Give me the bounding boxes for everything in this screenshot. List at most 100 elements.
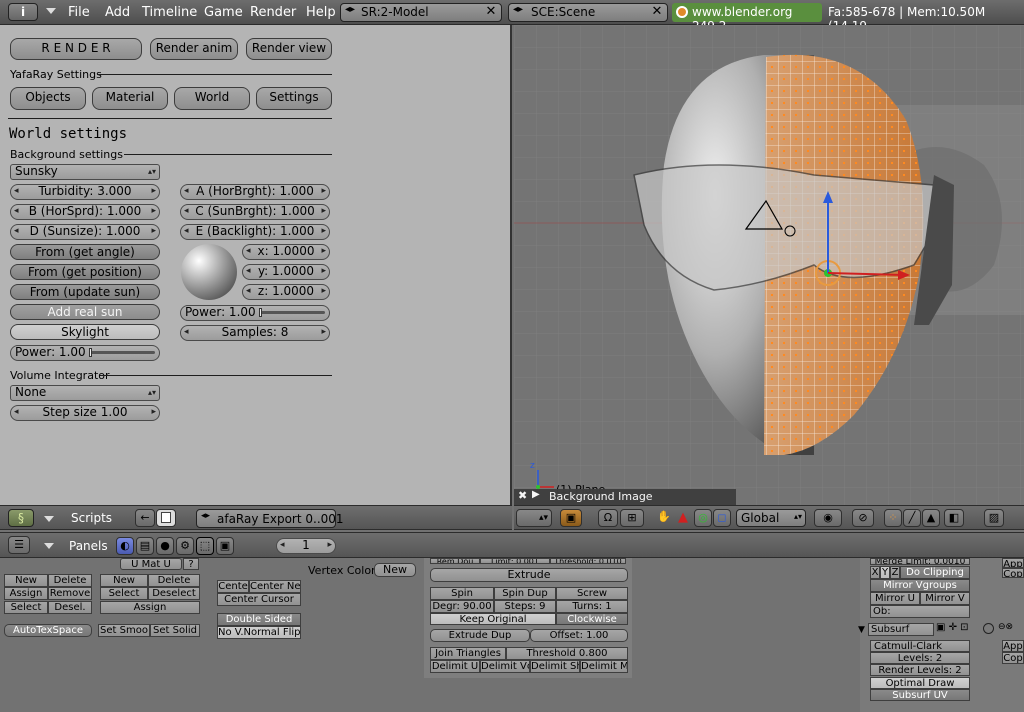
merge-limit-field[interactable]: Merge Limit: 0.0010 <box>870 558 970 565</box>
scene-selector[interactable]: ◂▸ SCE:Scene ✕ <box>508 3 668 22</box>
from-update-sun-button[interactable]: From (update sun) <box>10 284 160 300</box>
double-sided-toggle[interactable]: Double Sided <box>217 613 301 626</box>
arrow-right-icon[interactable]: ▸ <box>151 205 156 218</box>
vgroup-select-button[interactable]: Select <box>4 601 48 614</box>
menu-add[interactable]: Add <box>105 5 130 20</box>
tab-objects[interactable]: Objects <box>10 87 86 110</box>
do-clipping-toggle[interactable]: Do Clipping <box>900 566 970 579</box>
object-context-icon[interactable]: ⚙ <box>176 537 194 555</box>
3d-viewport[interactable]: z (1) Plane ✖ ▶ Background Image <box>514 25 1024 505</box>
panel-counter[interactable]: ◂ 1 ▸ <box>276 538 336 554</box>
arrow-left-icon[interactable]: ◂ <box>184 205 189 218</box>
extrude-button[interactable]: Extrude <box>430 568 628 582</box>
hand-icon[interactable]: ✋ <box>654 509 674 527</box>
logic-context-icon[interactable]: ◐ <box>116 537 134 555</box>
modifier-updown-icon[interactable]: ⊖⊗ <box>998 622 1013 632</box>
axis-z-toggle[interactable]: Z <box>890 566 900 579</box>
arrow-left-icon[interactable]: ◂ <box>246 285 251 298</box>
backlight-field[interactable]: ◂ E (Backlight): 1.000 ▸ <box>180 224 330 240</box>
orientation-dropdown[interactable]: Global ▴▾ <box>736 509 806 527</box>
clockwise-toggle[interactable]: Clockwise <box>556 613 628 625</box>
render-levels-field[interactable]: Render Levels: 2 <box>870 664 970 676</box>
from-get-position-button[interactable]: From (get position) <box>10 264 160 280</box>
screw-button[interactable]: Screw <box>556 587 628 600</box>
mirror-u-toggle[interactable]: Mirror U <box>870 592 920 605</box>
menu-render[interactable]: Render <box>250 5 296 20</box>
menu-game[interactable]: Game <box>204 5 243 20</box>
from-get-angle-button[interactable]: From (get angle) <box>10 244 160 260</box>
close-icon[interactable]: ✕ <box>650 4 664 19</box>
vgroup-delete-button[interactable]: Delete <box>48 574 92 587</box>
background-image-panel[interactable]: ✖ ▶ Background Image <box>514 489 736 505</box>
power-slider-right[interactable]: Power: 1.00 <box>180 305 330 321</box>
mirror-object-field[interactable]: Ob: <box>870 605 970 618</box>
proportional-edit-icon[interactable]: ⊘ <box>852 509 874 527</box>
background-type-dropdown[interactable]: Sunsky ▴▾ <box>10 164 160 180</box>
magnet-icon[interactable]: Ω <box>598 509 618 527</box>
arrow-right-icon[interactable]: ▸ <box>151 225 156 238</box>
optimal-draw-toggle[interactable]: Optimal Draw <box>870 677 970 689</box>
arrow-right-icon[interactable]: ▸ <box>151 406 156 419</box>
step-size-field[interactable]: ◂ Step size 1.00 ▸ <box>10 405 160 421</box>
arrow-right-icon[interactable]: ▸ <box>321 185 326 198</box>
set-smooth-button[interactable]: Set Smoo <box>98 624 150 637</box>
play-triangle-icon[interactable]: ▶ <box>532 489 540 500</box>
slider-knob[interactable] <box>89 348 92 357</box>
arrow-right-icon[interactable]: ▸ <box>321 326 326 339</box>
python-snake-icon[interactable]: § <box>8 509 34 527</box>
arrow-left-icon[interactable]: ◂ <box>280 539 285 552</box>
set-solid-button[interactable]: Set Solid <box>150 624 200 637</box>
chevron-down-icon[interactable] <box>46 8 56 14</box>
apply-bottom-button[interactable]: App <box>1002 640 1024 652</box>
render-view-icon[interactable]: ▨ <box>984 509 1004 527</box>
rem-doubles-button[interactable]: Rem Dou <box>430 558 480 564</box>
menu-help[interactable]: Help <box>306 5 336 20</box>
copy-bottom-button[interactable]: Cop <box>1002 652 1024 664</box>
arrow-left-icon[interactable]: ◂ <box>14 205 19 218</box>
copy-top-button[interactable]: Cop <box>1002 568 1024 578</box>
screen-selector[interactable]: ◂▸ SR:2-Model ✕ <box>340 3 502 22</box>
offset-field[interactable]: Offset: 1.00 <box>530 629 628 642</box>
levels-field[interactable]: Levels: 2 <box>870 652 970 664</box>
threshold-slider[interactable]: Threshold 0.800 <box>506 647 628 660</box>
modifier-circle-icon[interactable] <box>983 623 994 634</box>
sun-x-field[interactable]: ◂ x: 1.0000 ▸ <box>242 244 330 260</box>
material-help-button[interactable]: ? <box>183 558 199 570</box>
arrow-left-icon[interactable]: ◂ <box>14 406 19 419</box>
material-select-button[interactable]: Select <box>100 587 148 600</box>
sunsize-field[interactable]: ◂ D (Sunsize): 1.000 ▸ <box>10 224 160 240</box>
subsurf-name-field[interactable]: Subsurf <box>868 623 934 636</box>
chevron-down-icon[interactable] <box>44 543 54 549</box>
shading-context-icon[interactable]: ● <box>156 537 174 555</box>
face-select-icon[interactable]: ▲ <box>922 509 940 527</box>
material-index-field[interactable]: U Mat U <box>120 558 182 570</box>
mirror-vgroups-toggle[interactable]: Mirror Vgroups <box>870 579 970 592</box>
menu-timeline[interactable]: Timeline <box>142 5 197 20</box>
render-anim-button[interactable]: Render anim <box>150 38 238 60</box>
buttons-window-icon[interactable]: ☰ <box>8 536 30 554</box>
vertex-color-new-button[interactable]: New <box>374 563 416 577</box>
axis-y-toggle[interactable]: Y <box>880 566 890 579</box>
arrow-right-icon[interactable]: ▸ <box>321 265 326 278</box>
sun-brght-field[interactable]: ◂ C (SunBrght): 1.000 ▸ <box>180 204 330 220</box>
tab-material[interactable]: Material <box>92 87 168 110</box>
samples-field[interactable]: ◂ Samples: 8 ▸ <box>180 325 330 341</box>
arrow-left-icon[interactable]: ◂ <box>184 185 189 198</box>
degree-field[interactable]: Degr: 90.00 <box>430 600 494 613</box>
threshold-top-field[interactable]: Threshold: 0.010 <box>550 558 626 564</box>
catmull-clark-dropdown[interactable]: Catmull-Clark <box>870 640 970 652</box>
arrow-left-icon[interactable]: ◂ <box>14 225 19 238</box>
sun-direction-sphere[interactable] <box>181 244 237 300</box>
arrow-right-icon[interactable]: ▸ <box>321 205 326 218</box>
autotexspace-button[interactable]: AutoTexSpace <box>4 624 92 637</box>
arrow-left-icon[interactable]: ◂ <box>14 185 19 198</box>
vertex-select-icon[interactable]: ⁘ <box>884 509 902 527</box>
menu-file[interactable]: File <box>68 5 90 20</box>
render-view-button[interactable]: Render view <box>246 38 332 60</box>
arrow-left-icon[interactable]: ◂ <box>246 245 251 258</box>
info-icon[interactable]: i <box>8 3 38 21</box>
tab-settings[interactable]: Settings <box>256 87 332 110</box>
vgroup-assign-button[interactable]: Assign <box>4 587 48 600</box>
sun-y-field[interactable]: ◂ y: 1.0000 ▸ <box>242 264 330 280</box>
center-button[interactable]: Cente <box>217 580 249 593</box>
